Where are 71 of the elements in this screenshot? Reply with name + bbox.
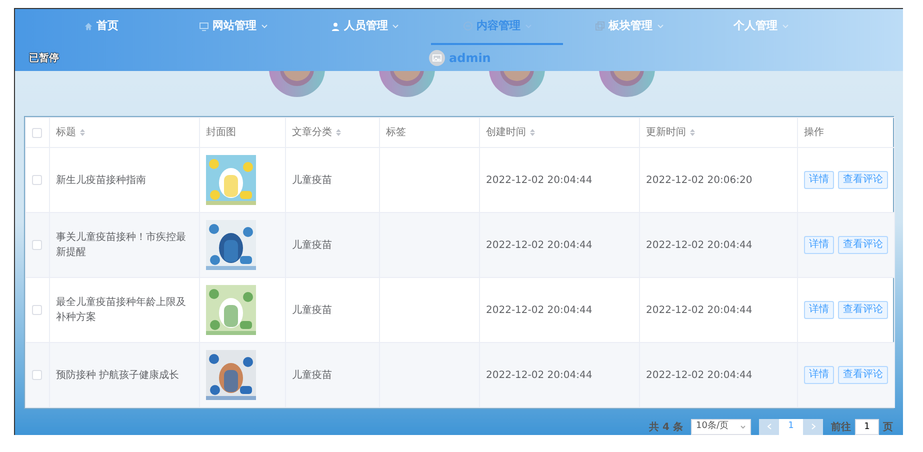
caret-icon <box>740 425 746 429</box>
status-text: 已暂停 <box>29 52 60 66</box>
date-text: 2022-12-02 20:04:44 <box>486 304 592 316</box>
action-button[interactable]: 查看评论 <box>838 366 888 384</box>
date-text: 2022-12-02 20:04:44 <box>486 240 592 250</box>
category-text: 儿童疫苗 <box>292 240 332 250</box>
article-title: 最全儿童疫苗接种年龄上限及补种方案 <box>56 297 186 323</box>
page-suffix: 页 <box>883 420 893 434</box>
action-button[interactable]: 详情 <box>804 236 834 254</box>
page-button[interactable]: 1 <box>779 419 803 435</box>
nav-tab[interactable]: 首页 <box>35 9 167 45</box>
action-button[interactable]: 详情 <box>804 366 834 384</box>
ring-icon <box>597 71 657 99</box>
nav-tab[interactable]: 内容管理 <box>431 9 563 45</box>
sort-icon[interactable] <box>530 129 535 136</box>
checkbox[interactable] <box>32 370 42 380</box>
person-icon <box>331 22 340 30</box>
date-text: 2022-12-02 20:04:44 <box>646 304 752 316</box>
date-text: 2022-12-02 20:04:44 <box>486 174 592 186</box>
checkbox[interactable] <box>32 305 42 315</box>
checkbox[interactable] <box>32 240 42 250</box>
avatar-icon <box>429 50 445 66</box>
caret-icon <box>392 24 399 28</box>
nav-tab[interactable]: 网站管理 <box>167 9 299 45</box>
username[interactable]: admin <box>449 49 491 67</box>
goto-label: 前往 <box>831 420 851 434</box>
category-text: 儿童疫苗 <box>292 304 332 316</box>
column-header: 操作 <box>804 126 824 140</box>
nav-tab[interactable]: 个人管理 <box>695 9 827 45</box>
caret-icon <box>260 24 268 28</box>
date-text: 2022-12-02 20:06:20 <box>646 174 752 186</box>
date-text: 2022-12-02 20:04:44 <box>646 370 752 380</box>
chevron-right-icon <box>810 422 816 430</box>
article-title: 事关儿童疫苗接种！市疾控最新提醒 <box>56 232 186 258</box>
ring-icon <box>377 71 437 99</box>
category-text: 儿童疫苗 <box>292 174 332 186</box>
caret-icon <box>656 24 664 28</box>
chevron-left-icon <box>766 422 772 430</box>
ring-icon <box>267 71 327 99</box>
sort-icon[interactable] <box>690 129 695 136</box>
nav-tab[interactable]: 人员管理 <box>299 9 431 45</box>
page-input[interactable]: 1 <box>855 419 879 435</box>
next-button[interactable] <box>803 419 823 435</box>
caret-icon <box>782 24 788 28</box>
action-button[interactable]: 详情 <box>804 171 834 189</box>
checkbox[interactable] <box>32 128 42 138</box>
home-icon <box>84 22 92 30</box>
prev-button[interactable] <box>759 419 779 435</box>
action-button[interactable]: 查看评论 <box>838 236 888 254</box>
monitor-icon <box>198 22 208 30</box>
checkbox[interactable] <box>32 175 42 185</box>
total-count: 共 4 条 <box>649 420 683 434</box>
column-header[interactable]: 标题 <box>56 125 76 140</box>
column-header[interactable]: 更新时间 <box>646 125 686 140</box>
date-text: 2022-12-02 20:04:44 <box>486 370 592 380</box>
page-size-select[interactable]: 10条/页 <box>691 419 751 435</box>
sort-icon[interactable] <box>80 129 85 136</box>
action-button[interactable]: 查看评论 <box>838 171 888 189</box>
category-text: 儿童疫苗 <box>292 370 332 380</box>
column-header: 标签 <box>386 126 406 140</box>
date-text: 2022-12-02 20:04:44 <box>646 240 752 250</box>
sort-icon[interactable] <box>336 129 341 136</box>
article-title: 预防接种 护航孩子健康成长 <box>56 370 180 380</box>
copy-icon <box>594 21 604 31</box>
nav-tab[interactable]: 板块管理 <box>563 9 695 45</box>
article-title: 新生儿疫苗接种指南 <box>56 174 146 186</box>
ring-icon <box>487 71 547 99</box>
action-button[interactable]: 详情 <box>804 301 834 319</box>
column-header: 封面图 <box>206 126 236 140</box>
column-header[interactable]: 创建时间 <box>486 125 526 140</box>
action-button[interactable]: 查看评论 <box>838 301 888 319</box>
